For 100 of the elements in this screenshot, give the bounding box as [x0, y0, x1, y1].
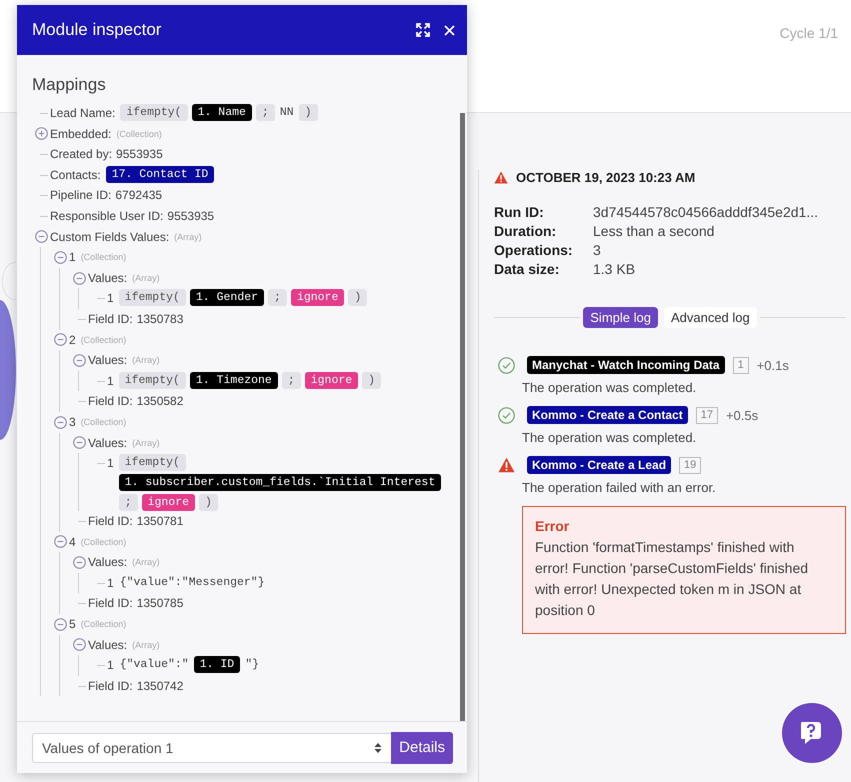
warning-icon: [494, 171, 508, 184]
minus-circle-icon: [54, 416, 66, 429]
collapse-toggle[interactable]: [54, 416, 66, 429]
module-badge[interactable]: Manychat - Watch Incoming Data: [527, 356, 725, 374]
variable-token: 1. Name: [192, 104, 252, 121]
collapse-toggle[interactable]: [72, 436, 86, 450]
type-hint: (Array): [132, 556, 160, 570]
plus-circle-icon: [34, 127, 48, 140]
log-tab[interactable]: Simple log: [583, 307, 658, 328]
minus-circle-icon: [72, 436, 86, 450]
literal-text: {"value":": [118, 657, 190, 674]
collapse-toggle[interactable]: [72, 354, 86, 367]
collapse-toggle[interactable]: [54, 333, 66, 346]
error-title: Error: [535, 517, 570, 536]
collapse-toggle[interactable]: [54, 250, 66, 264]
cycle-counter: Cycle 1/1: [780, 25, 838, 41]
module-id: 19: [679, 456, 702, 474]
scrollbar[interactable]: [460, 113, 465, 721]
status-message: The operation was completed.: [522, 380, 698, 395]
detail-value: 3d74544578c04566adddf345e2d1...: [593, 204, 819, 220]
operation-select[interactable]: Values of operation 1: [32, 732, 392, 762]
separator-token: ;: [256, 104, 275, 121]
function-token: ifempty(: [118, 454, 186, 472]
type-hint: (Collection): [80, 334, 126, 347]
variable-token: 1. ID: [194, 656, 240, 674]
field-value: 1350783: [136, 310, 184, 328]
collapse-toggle[interactable]: [34, 230, 48, 244]
expand-toggle[interactable]: [34, 127, 48, 140]
separator-token: ;: [282, 372, 301, 389]
collapse-toggle[interactable]: [72, 556, 86, 570]
module-id: 1: [732, 356, 749, 374]
minus-circle-icon: [54, 250, 66, 264]
field-value: 9553935: [167, 208, 214, 225]
field-label: 1: [107, 290, 114, 308]
field-label: Lead Name:: [50, 105, 116, 122]
module-id: 17: [696, 406, 718, 424]
field-label: Values:: [88, 554, 128, 572]
separator-token: ;: [118, 494, 138, 512]
expand-button[interactable]: [416, 23, 430, 37]
close-icon: [444, 24, 455, 36]
run-date: OCTOBER 19, 2023 10:23 AM: [516, 170, 696, 185]
field-label: Custom Fields Values:: [50, 228, 170, 246]
minus-circle-icon: [72, 354, 86, 367]
collapse-toggle[interactable]: [54, 535, 66, 548]
field-label: 1: [107, 372, 114, 390]
field-label: 1: [69, 249, 76, 266]
module-badge[interactable]: Kommo - Create a Lead: [527, 456, 672, 474]
variable-token: 17. Contact ID: [106, 166, 214, 183]
log-tab[interactable]: Advanced log: [664, 307, 757, 328]
field-label: 4: [69, 534, 76, 551]
keyword-token: ignore: [304, 372, 358, 389]
type-hint: (Collection): [116, 128, 162, 141]
close-button[interactable]: [444, 24, 455, 36]
minus-circle-icon: [54, 618, 66, 631]
field-label: Created by:: [50, 146, 112, 164]
module-badge[interactable]: Kommo - Create a Contact: [527, 406, 688, 424]
ghost-module: [2, 262, 16, 300]
field-label: Values:: [88, 636, 128, 654]
field-label: Field ID:: [88, 513, 133, 530]
detail-label: Run ID:: [494, 204, 545, 220]
window-title: Module inspector: [32, 20, 162, 40]
collapse-toggle[interactable]: [72, 638, 86, 652]
type-hint: (Array): [132, 638, 160, 652]
collapse-toggle[interactable]: [72, 272, 86, 285]
detail-label: Operations:: [494, 242, 574, 258]
elapsed-time: +0.1s: [756, 358, 789, 372]
minus-circle-icon: [72, 272, 86, 285]
literal-text: NN: [278, 105, 295, 121]
field-label: Responsible User ID:: [50, 208, 164, 225]
status-message: The operation failed with an error.: [522, 480, 717, 495]
function-token: ifempty(: [118, 289, 186, 306]
expand-icon: [416, 23, 430, 37]
field-label: Contacts:: [50, 166, 101, 184]
minus-circle-icon: [54, 333, 66, 346]
variable-token: 1. subscriber.custom_fields.`Initial Interest: [118, 474, 442, 492]
type-hint: (Array): [132, 272, 160, 285]
minus-circle-icon: [34, 230, 48, 244]
field-label: Field ID:: [88, 393, 133, 410]
field-label: Field ID:: [88, 678, 133, 695]
type-hint: (Collection): [80, 416, 126, 429]
field-label: Embedded:: [50, 126, 112, 143]
literal-text: {"value":"Messenger"}: [118, 574, 266, 591]
field-label: Pipeline ID:: [50, 187, 112, 204]
details-button[interactable]: Details: [391, 732, 453, 764]
detail-label: Duration:: [494, 223, 558, 239]
collapse-toggle[interactable]: [54, 618, 66, 631]
field-label: 3: [69, 414, 76, 431]
minus-circle-icon: [72, 556, 86, 570]
function-token: ifempty(: [120, 104, 188, 121]
keyword-token: ignore: [142, 494, 196, 512]
type-hint: (Array): [132, 354, 160, 368]
type-hint: (Array): [174, 230, 202, 244]
keyword-token: ignore: [290, 289, 344, 306]
module-node[interactable]: [0, 300, 16, 440]
warning-icon: [498, 457, 515, 473]
detail-value: Less than a second: [593, 223, 716, 239]
detail-label: Data size:: [494, 261, 560, 277]
field-label: 5: [69, 616, 76, 634]
separator-token: ): [348, 289, 368, 306]
elapsed-time: +0.5s: [726, 408, 758, 422]
